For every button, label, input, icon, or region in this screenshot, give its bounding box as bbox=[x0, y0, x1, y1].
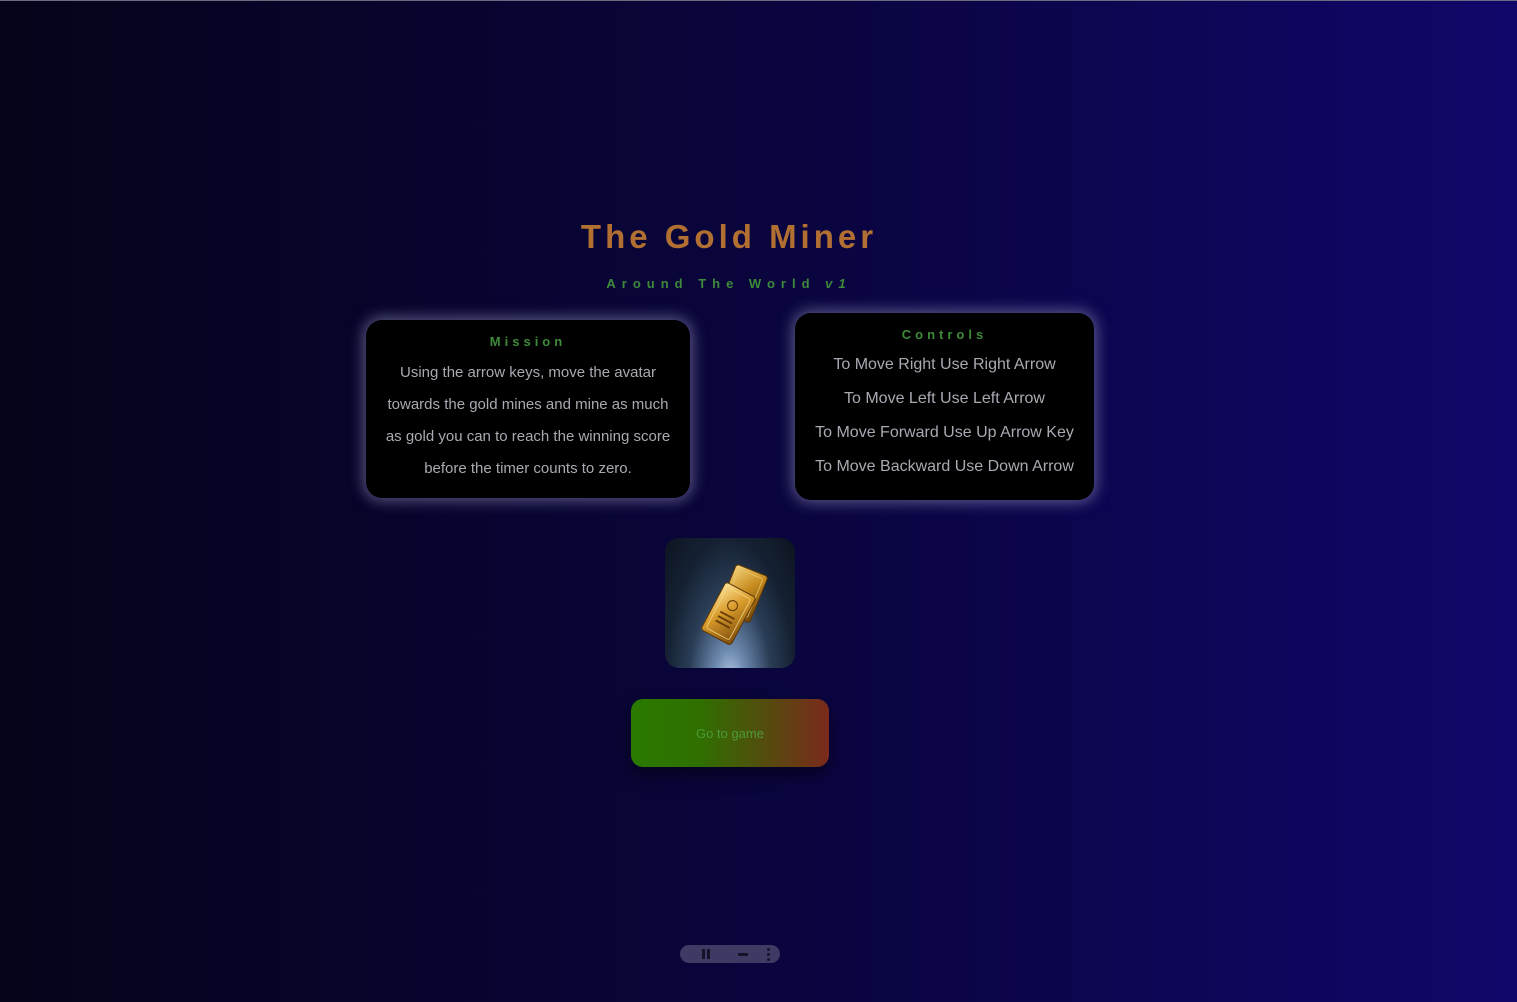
controls-card: Controls To Move Right Use Right Arrow T… bbox=[795, 313, 1094, 500]
control-item-forward: To Move Forward Use Up Arrow Key bbox=[815, 424, 1074, 441]
controls-heading: Controls bbox=[901, 327, 988, 342]
gold-bars-image bbox=[665, 538, 795, 668]
top-border bbox=[0, 0, 1517, 1]
control-item-right: To Move Right Use Right Arrow bbox=[833, 356, 1056, 373]
subtitle-text: Around The World bbox=[606, 276, 816, 291]
page-subtitle: Around The World v1 bbox=[0, 276, 1458, 291]
media-control-bar bbox=[680, 945, 780, 963]
mission-card: Mission Using the arrow keys, move the a… bbox=[366, 320, 690, 498]
gold-bars-icon bbox=[701, 564, 768, 645]
controls-list: To Move Right Use Right Arrow To Move Le… bbox=[807, 348, 1082, 484]
version-label: v1 bbox=[825, 276, 852, 291]
control-item-left: To Move Left Use Left Arrow bbox=[844, 390, 1045, 407]
pause-icon[interactable] bbox=[698, 945, 714, 963]
control-item-backward: To Move Backward Use Down Arrow bbox=[815, 458, 1074, 475]
mission-heading: Mission bbox=[489, 334, 567, 349]
more-options-icon[interactable] bbox=[764, 945, 772, 963]
go-to-game-button[interactable]: Go to game bbox=[631, 699, 829, 767]
page-title: The Gold Miner bbox=[580, 218, 878, 255]
slider-icon[interactable] bbox=[736, 945, 750, 963]
mission-text: Using the arrow keys, move the avatar to… bbox=[385, 364, 671, 477]
